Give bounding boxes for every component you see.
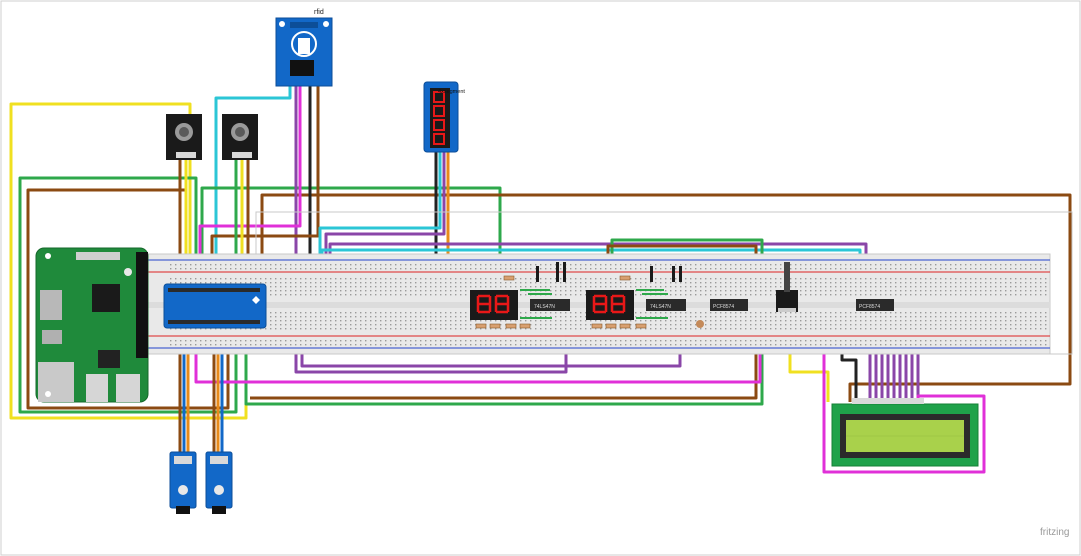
breadboard (145, 211, 1073, 355)
soc-chip (92, 284, 120, 312)
usb-port-1 (86, 374, 108, 402)
gpio-header (136, 252, 148, 358)
ic-74ls47-2: 74LS47N (646, 299, 686, 311)
gpio-breakout (163, 283, 267, 329)
fritzing-watermark: fritzing (1040, 527, 1070, 538)
ic-1-label: 74LS47N (534, 304, 555, 310)
ic-pcf8574-1: PCF8574 (710, 299, 748, 311)
rfid-chip (290, 60, 314, 76)
seven-seg-display-1 (470, 290, 518, 320)
ic-2-label: 74LS47N (650, 304, 671, 310)
ir-sensor-1 (169, 451, 197, 514)
seven-seg-display-2 (586, 290, 634, 320)
usb-port-2 (116, 374, 140, 402)
wiring-diagram: rfid 4xsegment 74LS47N 74LS47N PCF8574 P… (0, 0, 1081, 556)
ic-pcf8574-2: PCF8574 (856, 299, 894, 311)
tm1637-label: 4xsegment (438, 89, 465, 95)
ir-sensor-2 (205, 451, 233, 514)
rfid-label: rfid (314, 9, 324, 16)
rotary-encoder-2 (222, 114, 258, 160)
ic-74ls47-1: 74LS47N (530, 299, 570, 311)
lcd-16x2 (831, 398, 979, 467)
ethernet-port (38, 362, 74, 402)
raspberry-pi (35, 247, 149, 403)
usb-c-port (40, 290, 62, 320)
tm1637-display: 4xsegment (423, 81, 465, 153)
rfid-module: rfid (275, 9, 333, 87)
photoresistor (696, 320, 704, 328)
ic-4-label: PCF8574 (859, 304, 880, 310)
ic-3-label: PCF8574 (713, 304, 734, 310)
rotary-encoder-1 (166, 114, 202, 160)
